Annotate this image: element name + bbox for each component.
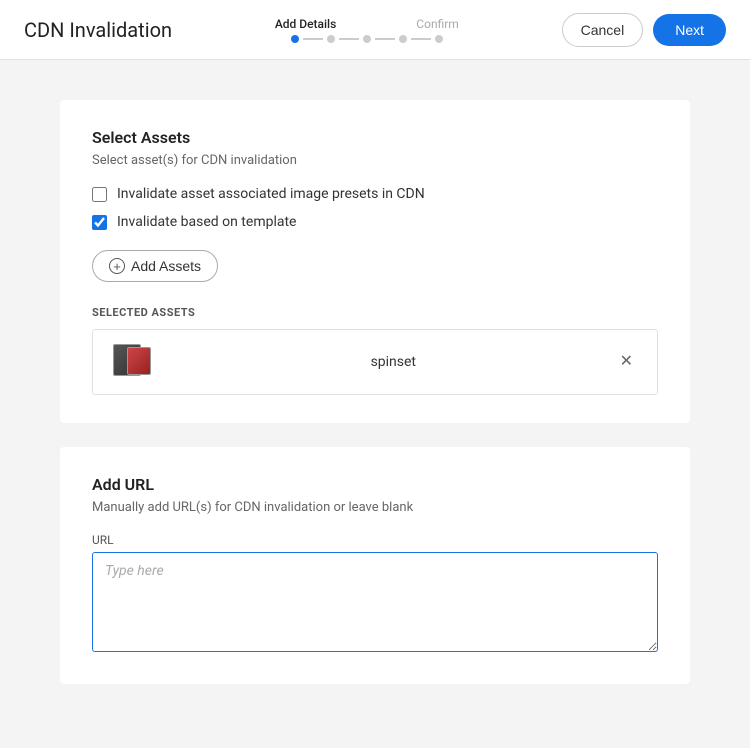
add-assets-button[interactable]: + Add Assets — [92, 250, 218, 282]
step4-dot — [399, 35, 407, 43]
step-line-1 — [303, 38, 323, 40]
checkbox-row-1: Invalidate asset associated image preset… — [92, 186, 658, 202]
main-content: Select Assets Select asset(s) for CDN in… — [0, 60, 750, 748]
url-textarea[interactable] — [92, 552, 658, 652]
step-line-4 — [411, 38, 431, 40]
next-button[interactable]: Next — [653, 14, 726, 46]
checkbox-image-presets-label[interactable]: Invalidate asset associated image preset… — [117, 186, 425, 202]
asset-name: spinset — [175, 354, 612, 370]
step-line-3 — [375, 38, 395, 40]
thumbnail-img2 — [127, 347, 151, 375]
step5-dot — [435, 35, 443, 43]
select-assets-subtitle: Select asset(s) for CDN invalidation — [92, 153, 658, 168]
url-label: URL — [92, 533, 658, 547]
step1-dot — [291, 35, 299, 43]
checkbox-template-label[interactable]: Invalidate based on template — [117, 214, 296, 230]
header-actions: Cancel Next — [562, 13, 726, 47]
stepper-labels: Add Details Confirm — [275, 17, 459, 31]
asset-thumbnail — [109, 342, 159, 382]
stepper-dots — [291, 35, 443, 43]
step3-dot — [363, 35, 371, 43]
assets-table: spinset ✕ — [92, 329, 658, 395]
step2-label: Confirm — [416, 17, 459, 31]
asset-remove-button[interactable]: ✕ — [612, 350, 641, 374]
table-row: spinset ✕ — [93, 330, 657, 394]
checkbox-image-presets[interactable] — [92, 187, 107, 202]
add-url-subtitle: Manually add URL(s) for CDN invalidation… — [92, 500, 658, 515]
select-assets-section: Select Assets Select asset(s) for CDN in… — [60, 100, 690, 423]
select-assets-title: Select Assets — [92, 128, 658, 147]
step1-label: Add Details — [275, 17, 336, 31]
add-url-title: Add URL — [92, 475, 658, 494]
page-title: CDN Invalidation — [24, 18, 172, 42]
add-assets-label: Add Assets — [131, 258, 201, 274]
cancel-button[interactable]: Cancel — [562, 13, 644, 47]
plus-circle-icon: + — [109, 258, 125, 274]
checkbox-template[interactable] — [92, 215, 107, 230]
add-url-section: Add URL Manually add URL(s) for CDN inva… — [60, 447, 690, 684]
checkbox-row-2: Invalidate based on template — [92, 214, 658, 230]
stepper: Add Details Confirm — [172, 17, 562, 43]
selected-assets-header: SELECTED ASSETS — [92, 306, 658, 319]
step-line-2 — [339, 38, 359, 40]
step2-dot — [327, 35, 335, 43]
header: CDN Invalidation Add Details Confirm Can… — [0, 0, 750, 60]
